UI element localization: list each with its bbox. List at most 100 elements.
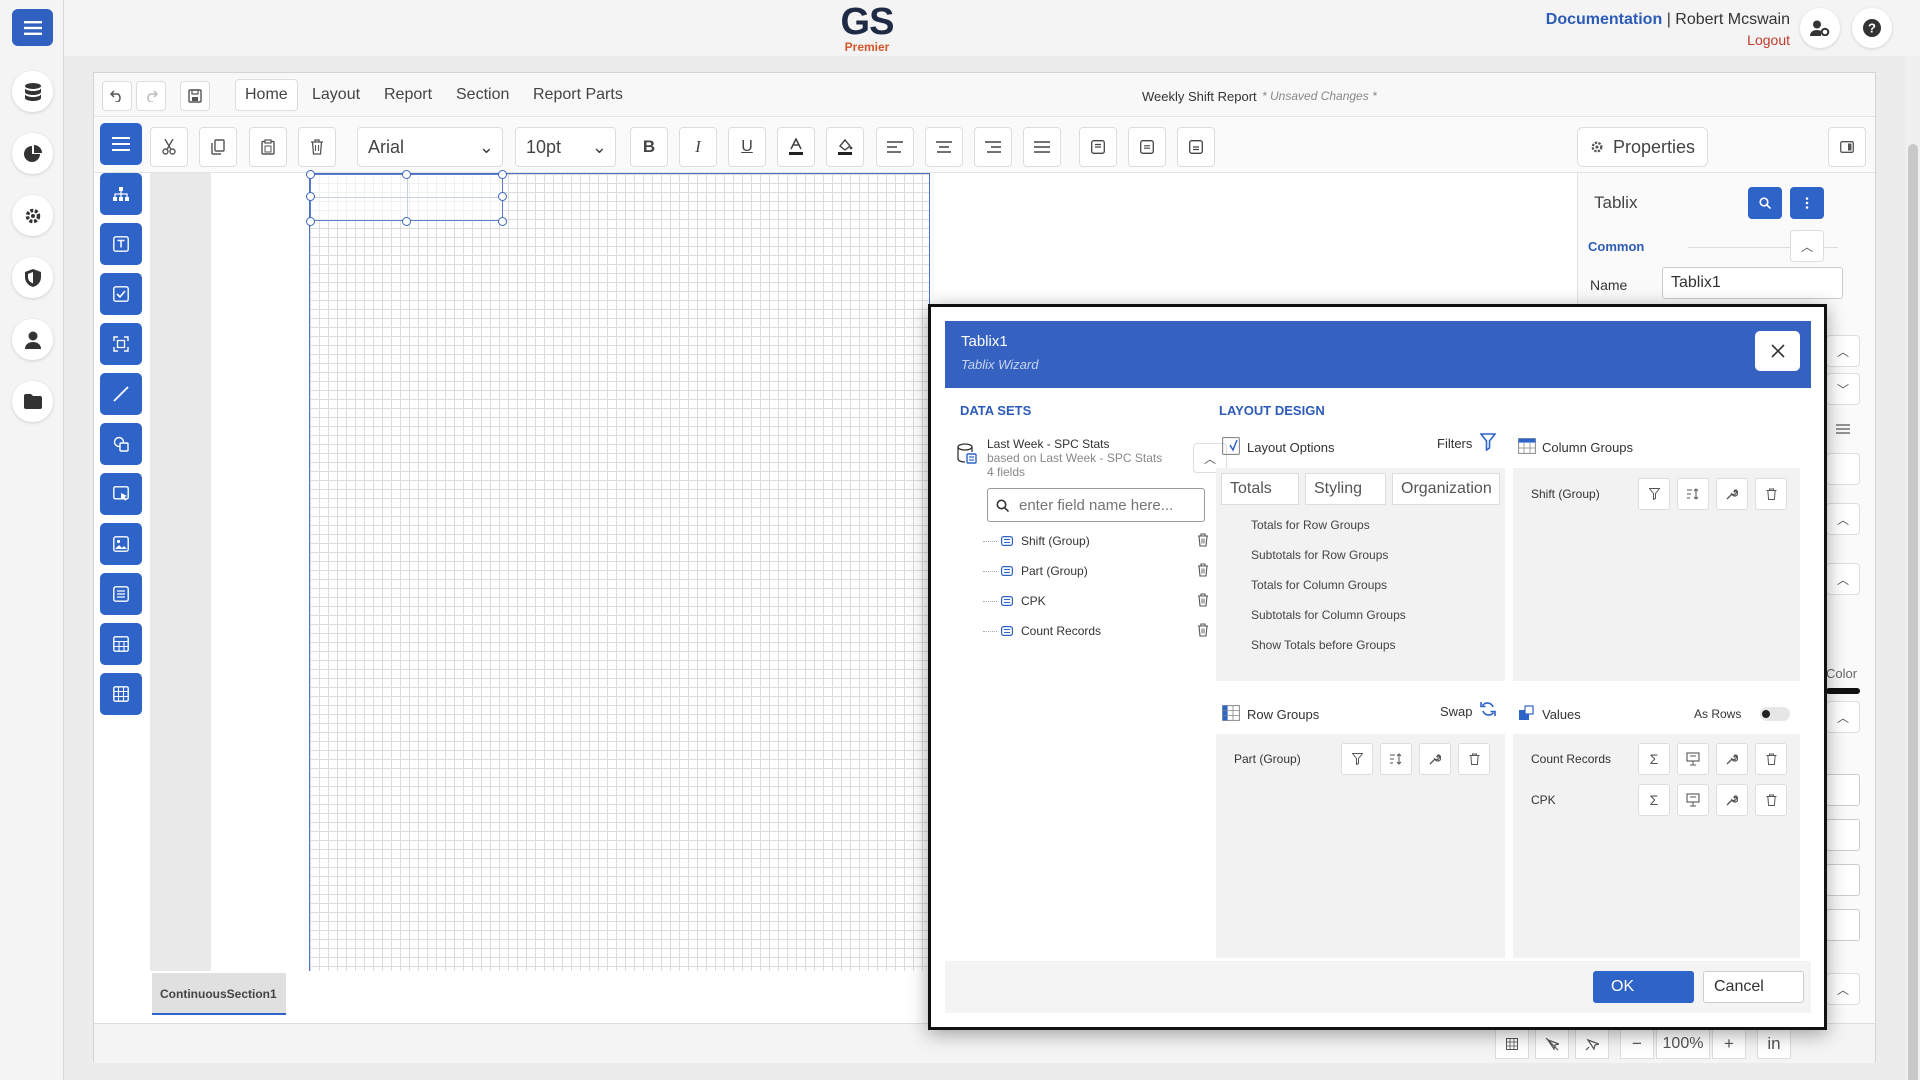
copy-button[interactable] xyxy=(199,127,237,167)
properties-button[interactable]: Properties xyxy=(1577,127,1708,167)
nav-files-button[interactable] xyxy=(12,381,53,422)
valign-middle-button[interactable] xyxy=(1128,127,1166,167)
field-item[interactable]: Part (Group) xyxy=(983,556,1215,586)
tablix-element[interactable] xyxy=(310,174,503,221)
tab-organization[interactable]: Organization xyxy=(1392,473,1500,505)
collapse-section-button[interactable]: ︿ xyxy=(1826,335,1860,367)
underline-button[interactable]: U xyxy=(728,127,766,167)
field-item[interactable]: Shift (Group) xyxy=(983,526,1215,556)
value-delete-button[interactable] xyxy=(1755,784,1787,816)
value-delete-button[interactable] xyxy=(1755,743,1787,775)
tab-styling[interactable]: Styling xyxy=(1305,473,1386,505)
paste-button[interactable] xyxy=(249,127,287,167)
documentation-link[interactable]: Documentation xyxy=(1546,11,1662,28)
nav-data-button[interactable] xyxy=(12,71,53,112)
tool-subreport-button[interactable] xyxy=(100,473,142,515)
tab-report[interactable]: Report xyxy=(374,79,442,111)
collapse-section-button[interactable]: ︿ xyxy=(1826,701,1860,733)
help-button[interactable]: ? xyxy=(1852,8,1892,48)
resize-handle[interactable] xyxy=(306,192,315,201)
group-sort-button[interactable] xyxy=(1380,743,1412,775)
group-delete-button[interactable] xyxy=(1755,478,1787,510)
align-left-button[interactable] xyxy=(876,127,914,167)
redo-button[interactable] xyxy=(136,81,166,111)
scrollbar-thumb[interactable] xyxy=(1908,144,1918,1080)
cursor-toggle-button[interactable] xyxy=(1575,1029,1609,1059)
value-edit-button[interactable] xyxy=(1716,743,1748,775)
tab-totals[interactable]: Totals xyxy=(1221,473,1299,505)
group-filter-button[interactable] xyxy=(1638,478,1670,510)
group-sort-button[interactable] xyxy=(1677,478,1709,510)
swap-label[interactable]: Swap xyxy=(1440,704,1473,719)
save-button[interactable] xyxy=(180,81,210,111)
collapse-section-button[interactable]: ︿ xyxy=(1826,563,1860,595)
tool-barcode-button[interactable] xyxy=(100,323,142,365)
filters-label[interactable]: Filters xyxy=(1437,436,1472,451)
user-settings-button[interactable] xyxy=(1800,8,1840,48)
resize-handle[interactable] xyxy=(498,217,507,226)
field-item[interactable]: CPK xyxy=(983,586,1215,616)
trash-icon[interactable] xyxy=(1197,623,1209,637)
field-search-input[interactable] xyxy=(1019,496,1199,514)
value-format-button[interactable] xyxy=(1677,743,1709,775)
nav-settings-button[interactable] xyxy=(12,195,53,236)
tool-table-button[interactable] xyxy=(100,623,142,665)
collapse-section-button[interactable]: ︿ xyxy=(1826,973,1860,1005)
resize-handle[interactable] xyxy=(402,170,411,179)
align-center-button[interactable] xyxy=(925,127,963,167)
zoom-in-button[interactable]: + xyxy=(1712,1029,1746,1059)
valign-bottom-button[interactable] xyxy=(1177,127,1215,167)
properties-search-button[interactable] xyxy=(1748,187,1782,219)
group-delete-button[interactable] xyxy=(1458,743,1490,775)
tool-line-button[interactable] xyxy=(100,373,142,415)
property-input-stub[interactable] xyxy=(1826,909,1860,941)
tool-list-button[interactable] xyxy=(100,573,142,615)
tool-checkbox-button[interactable] xyxy=(100,273,142,315)
tool-hierarchy-button[interactable] xyxy=(100,173,142,215)
toggle-panel-button[interactable] xyxy=(1828,127,1866,167)
font-color-button[interactable] xyxy=(777,127,815,167)
resize-handle[interactable] xyxy=(306,170,315,179)
zoom-level[interactable]: 100% xyxy=(1656,1029,1710,1059)
bold-button[interactable]: B xyxy=(630,127,668,167)
group-filter-button[interactable] xyxy=(1341,743,1373,775)
aggregate-button[interactable]: Σ xyxy=(1638,743,1670,775)
collapse-section-button[interactable]: ︿ xyxy=(1826,503,1860,535)
subtotals-row-groups-option[interactable]: Subtotals for Row Groups xyxy=(1251,548,1388,562)
tool-shapes-button[interactable] xyxy=(100,423,142,465)
tool-matrix-button[interactable] xyxy=(100,673,142,715)
nav-reports-button[interactable] xyxy=(12,133,53,174)
fill-color-button[interactable] xyxy=(826,127,864,167)
button-stub[interactable] xyxy=(1826,453,1860,485)
main-menu-button[interactable] xyxy=(12,9,53,46)
aggregate-button[interactable]: Σ xyxy=(1638,784,1670,816)
gs-premier-logo[interactable]: GS Premier xyxy=(839,2,895,53)
unit-button[interactable]: in xyxy=(1757,1029,1791,1059)
font-size-select[interactable]: 10pt ⌄ xyxy=(515,127,616,167)
page-scrollbar[interactable] xyxy=(1906,56,1920,1080)
delete-button[interactable] xyxy=(298,127,336,167)
resize-handle[interactable] xyxy=(402,217,411,226)
name-input[interactable]: Tablix1 xyxy=(1662,267,1843,299)
property-input-stub[interactable] xyxy=(1826,864,1860,896)
dataset-item[interactable]: Last Week - SPC Stats based on Last Week… xyxy=(957,433,1227,489)
italic-button[interactable]: I xyxy=(679,127,717,167)
as-rows-toggle[interactable] xyxy=(1760,707,1790,721)
property-input-stub[interactable] xyxy=(1826,774,1860,806)
filter-icon[interactable] xyxy=(1480,433,1496,451)
tab-report-parts[interactable]: Report Parts xyxy=(523,79,633,111)
list-stub[interactable] xyxy=(1826,413,1860,445)
field-search[interactable] xyxy=(987,488,1205,522)
undo-button[interactable] xyxy=(102,81,132,111)
ok-button[interactable]: OK xyxy=(1593,971,1694,1003)
field-item[interactable]: Count Records xyxy=(983,616,1215,646)
properties-more-button[interactable] xyxy=(1790,187,1824,219)
valign-top-button[interactable] xyxy=(1079,127,1117,167)
tab-section[interactable]: Section xyxy=(446,79,519,111)
collapse-common-button[interactable]: ︿ xyxy=(1790,230,1824,262)
logout-link[interactable]: Logout xyxy=(1546,32,1790,48)
swap-icon[interactable] xyxy=(1480,701,1496,717)
tab-layout[interactable]: Layout xyxy=(302,79,370,111)
dropdown-stub[interactable]: ﹀ xyxy=(1826,373,1860,405)
grid-toggle-button[interactable] xyxy=(1495,1029,1529,1059)
